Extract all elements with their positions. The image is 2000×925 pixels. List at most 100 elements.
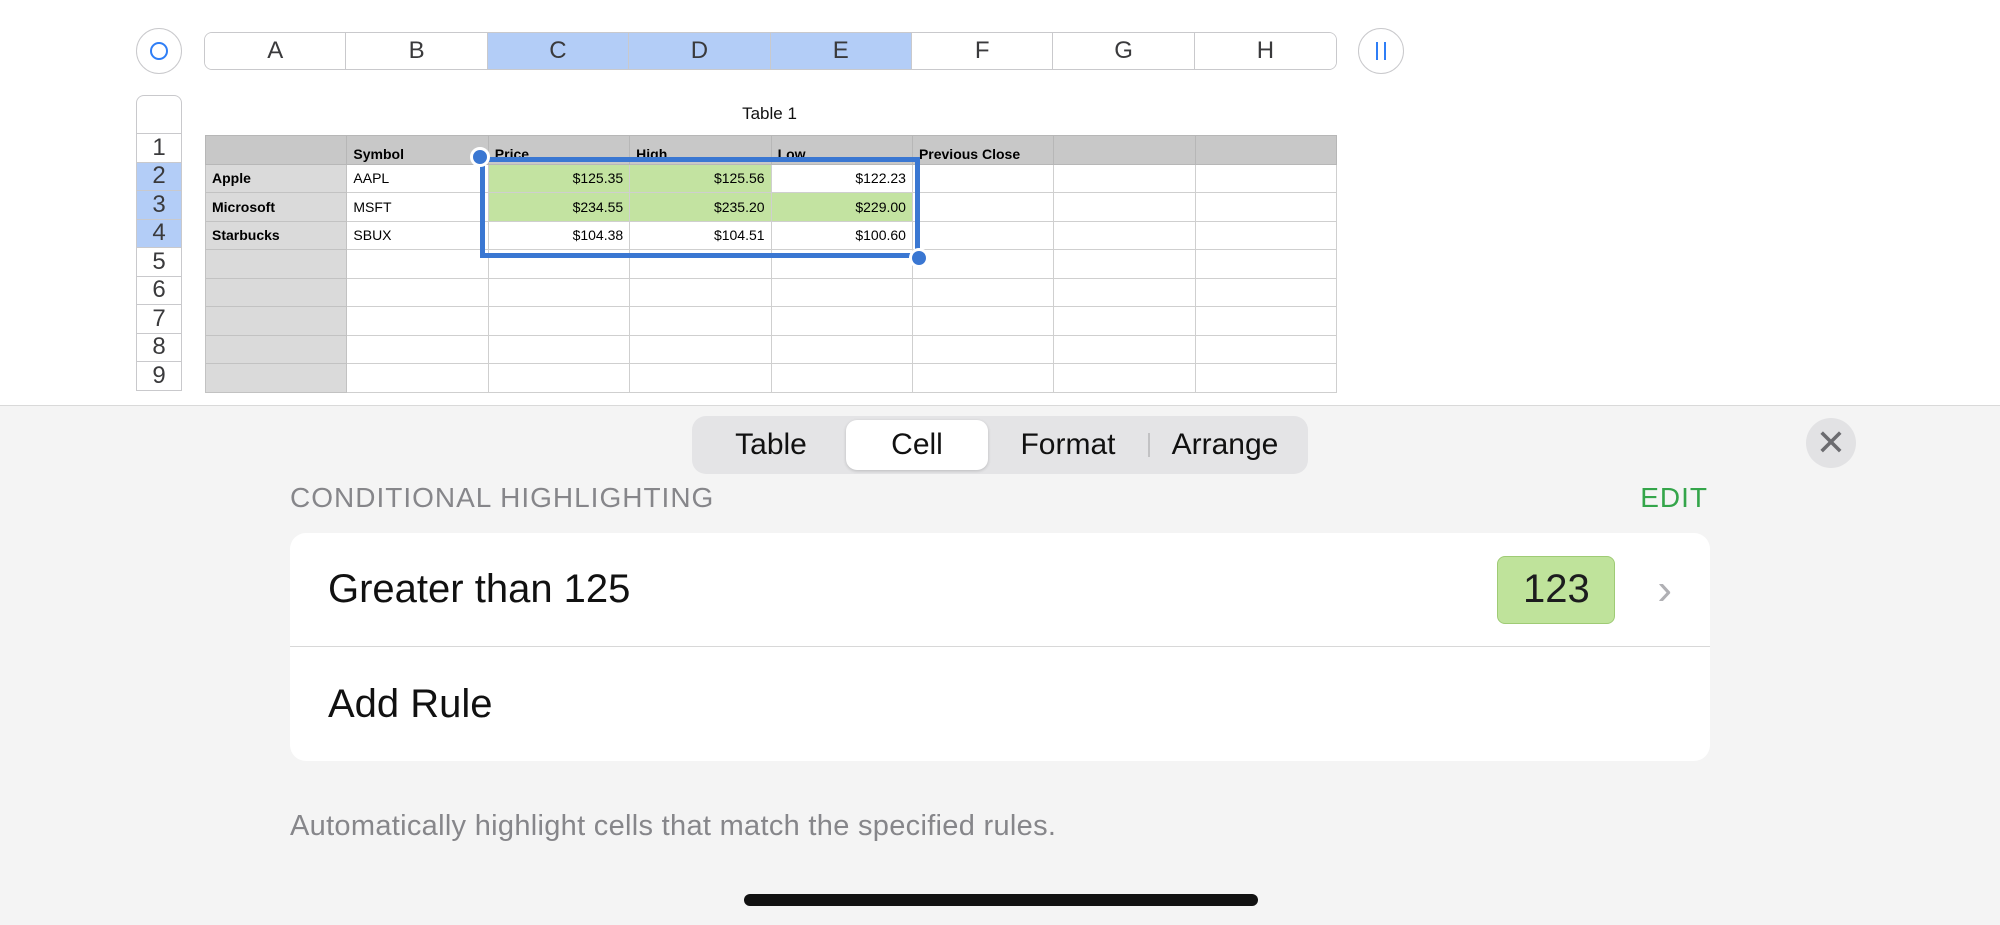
row-header-5[interactable]: 5 xyxy=(137,248,181,277)
table-cell[interactable] xyxy=(204,306,348,336)
table-cell[interactable] xyxy=(1053,192,1196,222)
table-cell[interactable] xyxy=(1194,334,1338,364)
rule-row[interactable]: Greater than 125 123 › xyxy=(290,533,1710,647)
table-cell[interactable]: Starbucks xyxy=(204,220,348,250)
table-cell[interactable] xyxy=(204,249,348,279)
selection-handle-bottom-right[interactable] xyxy=(909,248,929,268)
table-cell[interactable] xyxy=(346,277,489,307)
table-cell[interactable] xyxy=(204,277,348,307)
table-cell[interactable] xyxy=(911,277,1055,307)
table-cell[interactable] xyxy=(629,277,772,307)
table-cell[interactable] xyxy=(911,220,1055,250)
tab-cell[interactable]: Cell xyxy=(846,420,988,470)
table-title[interactable]: Table 1 xyxy=(204,104,1335,124)
table-cell[interactable]: AAPL xyxy=(346,163,489,193)
table-cell[interactable]: Price xyxy=(487,135,631,165)
table-cell[interactable] xyxy=(770,249,913,279)
table-cell[interactable] xyxy=(1194,220,1338,250)
table-cell[interactable] xyxy=(1194,192,1338,222)
table-cell[interactable] xyxy=(346,334,489,364)
table-cell[interactable] xyxy=(1053,249,1196,279)
table-cell[interactable] xyxy=(1194,249,1338,279)
column-header-a[interactable]: A xyxy=(205,33,347,69)
column-header-e[interactable]: E xyxy=(770,33,912,69)
table-cell[interactable] xyxy=(770,277,913,307)
table-cell[interactable]: $125.56 xyxy=(629,163,772,193)
table-cell[interactable]: Microsoft xyxy=(204,192,348,222)
table-cell[interactable] xyxy=(487,363,631,393)
table-cell[interactable] xyxy=(204,334,348,364)
table-cell[interactable]: MSFT xyxy=(346,192,489,222)
column-header-b[interactable]: B xyxy=(346,33,488,69)
table-cell[interactable]: $234.55 xyxy=(487,192,631,222)
table-cell[interactable]: $100.60 xyxy=(770,220,913,250)
select-table-button[interactable] xyxy=(136,28,182,74)
table-cell[interactable] xyxy=(770,363,913,393)
column-header-d[interactable]: D xyxy=(629,33,771,69)
column-header-f[interactable]: F xyxy=(911,33,1054,69)
table-cell[interactable] xyxy=(1194,135,1338,165)
table-cell[interactable] xyxy=(487,306,631,336)
table-cell[interactable] xyxy=(1194,306,1338,336)
table-cell[interactable] xyxy=(770,306,913,336)
row-header-3[interactable]: 3 xyxy=(137,191,181,220)
table-cell[interactable] xyxy=(204,363,348,393)
table-cell[interactable] xyxy=(629,363,772,393)
table-cell[interactable]: Symbol xyxy=(346,135,489,165)
table-cell[interactable] xyxy=(1194,277,1338,307)
row-header-4[interactable]: 4 xyxy=(137,219,181,248)
table-cell[interactable] xyxy=(629,306,772,336)
table-cell[interactable] xyxy=(629,249,772,279)
row-header-7[interactable]: 7 xyxy=(137,305,181,334)
table-cell[interactable]: $122.23 xyxy=(770,163,913,193)
table-cell[interactable] xyxy=(911,163,1055,193)
table-cell[interactable] xyxy=(204,135,348,165)
table-cell[interactable]: $125.35 xyxy=(487,163,631,193)
close-button[interactable]: ✕ xyxy=(1806,418,1856,468)
row-header-6[interactable]: 6 xyxy=(137,276,181,305)
tab-arrange[interactable]: Arrange xyxy=(1150,420,1300,470)
row-header-9[interactable]: 9 xyxy=(137,362,181,391)
table-cell[interactable] xyxy=(629,334,772,364)
table-cell[interactable] xyxy=(346,306,489,336)
table-cell[interactable] xyxy=(487,249,631,279)
table-cell[interactable]: Previous Close xyxy=(911,135,1055,165)
tab-table[interactable]: Table xyxy=(696,420,846,470)
table-cell[interactable] xyxy=(911,363,1055,393)
table-cell[interactable] xyxy=(1053,163,1196,193)
table-cell[interactable] xyxy=(346,249,489,279)
freeze-columns-button[interactable] xyxy=(1358,28,1404,74)
column-header-c[interactable]: C xyxy=(487,33,630,69)
table-cell[interactable] xyxy=(911,306,1055,336)
table-cell[interactable]: SBUX xyxy=(346,220,489,250)
column-header-h[interactable]: H xyxy=(1194,33,1337,69)
table-cell[interactable]: $229.00 xyxy=(770,192,913,222)
table-cell[interactable] xyxy=(1194,163,1338,193)
table-cell[interactable] xyxy=(1053,220,1196,250)
table-cell[interactable]: $235.20 xyxy=(629,192,772,222)
table-cell[interactable] xyxy=(911,249,1055,279)
table-cell[interactable]: Low xyxy=(770,135,913,165)
table-cell[interactable] xyxy=(487,277,631,307)
table-cell[interactable] xyxy=(911,334,1055,364)
table-cell[interactable] xyxy=(487,334,631,364)
table-cell[interactable] xyxy=(1053,135,1196,165)
row-header-1[interactable]: 1 xyxy=(137,134,181,163)
column-header-g[interactable]: G xyxy=(1053,33,1195,69)
home-indicator[interactable] xyxy=(744,894,1258,906)
row-header-8[interactable]: 8 xyxy=(137,333,181,362)
table-cell[interactable]: $104.51 xyxy=(629,220,772,250)
table-cell[interactable]: Apple xyxy=(204,163,348,193)
edit-button[interactable]: EDIT xyxy=(1620,482,1708,514)
table-cell[interactable]: High xyxy=(629,135,772,165)
table-cell[interactable] xyxy=(911,192,1055,222)
selection-handle-top-left[interactable] xyxy=(470,147,490,167)
table-cell[interactable] xyxy=(346,363,489,393)
table-cell[interactable] xyxy=(1194,363,1338,393)
table-cell[interactable]: $104.38 xyxy=(487,220,631,250)
table-cell[interactable] xyxy=(1053,334,1196,364)
table-cell[interactable] xyxy=(1053,277,1196,307)
row-header-2[interactable]: 2 xyxy=(137,162,181,191)
table-cell[interactable] xyxy=(770,334,913,364)
table-cell[interactable] xyxy=(1053,363,1196,393)
